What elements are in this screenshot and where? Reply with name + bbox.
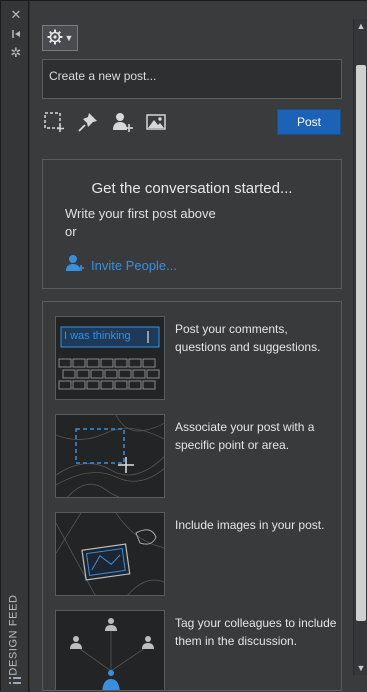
- tip-associate: Associate your post with a specific poin…: [55, 414, 339, 498]
- empty-feed-title: Get the conversation started...: [91, 180, 293, 197]
- dock-icon[interactable]: [9, 27, 23, 41]
- scroll-down-icon[interactable]: ▼: [354, 661, 367, 675]
- settings-dropdown-button[interactable]: ▼: [42, 25, 78, 51]
- tips-box: I was thinking Post your comments, quest…: [42, 301, 342, 691]
- empty-feed-subtitle: Write your first post above: [65, 206, 216, 221]
- vertical-scrollbar[interactable]: ▲ ▼: [353, 19, 367, 675]
- palette-title-strip: ✕ ✲ DESIGN FEED: [1, 1, 29, 692]
- new-post-input[interactable]: Create a new post...: [42, 59, 342, 99]
- post-button[interactable]: Post: [277, 109, 341, 135]
- tip-comments: I was thinking Post your comments, quest…: [55, 316, 339, 400]
- tip-images-text: Include images in your post.: [175, 518, 325, 532]
- tip-images-image: [55, 512, 165, 596]
- new-post-placeholder: Create a new post...: [49, 69, 157, 83]
- tip-associate-image: [55, 414, 165, 498]
- scroll-up-icon[interactable]: ▲: [354, 19, 367, 33]
- settings-icon[interactable]: ✲: [9, 45, 23, 59]
- image-icon[interactable]: [144, 110, 168, 134]
- tip-tag-text: Tag your colleagues to include them in t…: [175, 616, 337, 648]
- pin-icon[interactable]: [76, 110, 100, 134]
- gear-icon: [47, 29, 63, 48]
- empty-feed-box: Get the conversation started... Write yo…: [42, 159, 342, 289]
- tip-tag-image: [55, 610, 165, 690]
- scroll-thumb[interactable]: [356, 65, 366, 621]
- select-area-icon[interactable]: [42, 110, 66, 134]
- list-icon[interactable]: [9, 676, 23, 688]
- person-add-icon: [65, 254, 85, 277]
- post-tools: [42, 109, 172, 135]
- tip-tag: Tag your colleagues to include them in t…: [55, 610, 339, 690]
- design-feed-window: ✕ ✲ DESIGN FEED ▼ Create a new post... P…: [0, 0, 367, 692]
- palette-title: DESIGN FEED: [8, 594, 21, 676]
- add-user-icon[interactable]: [110, 110, 134, 134]
- invite-people-label: Invite People...: [91, 258, 177, 273]
- invite-people-link[interactable]: Invite People...: [65, 254, 177, 277]
- tip-images: Include images in your post.: [55, 512, 339, 596]
- tip-comments-text: Post your comments, questions and sugges…: [175, 322, 321, 354]
- chevron-down-icon: ▼: [64, 33, 74, 43]
- design-feed-panel: ▼ Create a new post... Post Get the conv…: [30, 1, 367, 692]
- tip-associate-text: Associate your post with a specific poin…: [175, 420, 315, 452]
- close-icon[interactable]: ✕: [9, 7, 23, 21]
- tip-comments-image: I was thinking: [55, 316, 165, 400]
- empty-feed-or: or: [65, 224, 77, 239]
- tip-comments-image-caption: I was thinking: [64, 330, 131, 342]
- feed-content: ▼ Create a new post... Post Get the conv…: [30, 1, 352, 692]
